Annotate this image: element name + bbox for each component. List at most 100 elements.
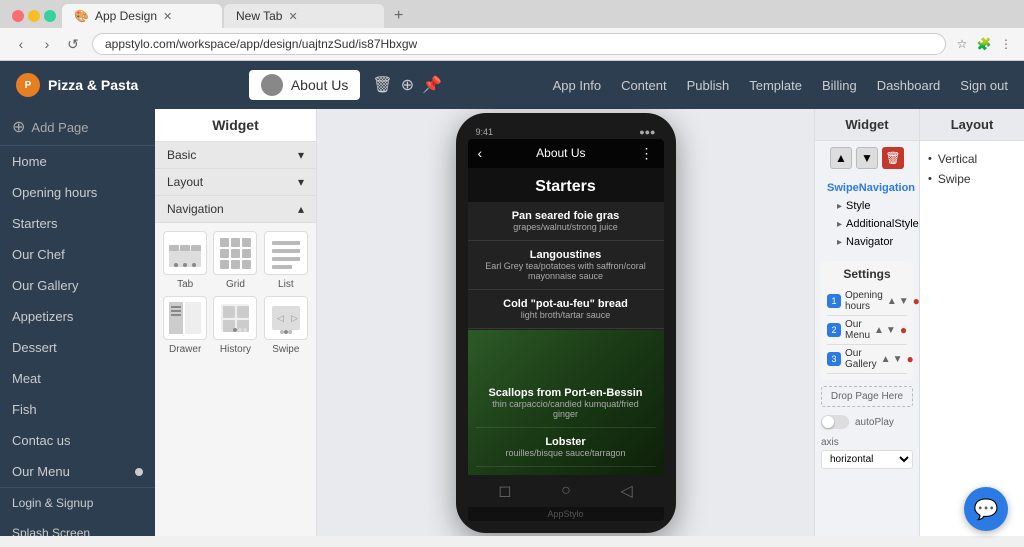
phone-menu-icon[interactable]: ⋮ (640, 145, 654, 162)
sidebar-label: Our Chef (12, 247, 65, 262)
sidebar-label: Login & Signup (12, 496, 93, 510)
phone-back-icon[interactable]: ‹ (478, 145, 483, 161)
menu-icon[interactable]: ⋮ (998, 36, 1014, 52)
sidebar-item-login[interactable]: Login & Signup (0, 488, 155, 518)
layout-swipe-label: Swipe (938, 172, 971, 186)
minimize-button[interactable] (28, 10, 40, 22)
axis-label: axis (821, 437, 913, 448)
page-action-icons: 🗑 ⊕ 📌 (372, 75, 442, 95)
signout-link[interactable]: Sign out (960, 78, 1008, 93)
row-1-up[interactable]: ▲ (887, 296, 897, 307)
forward-button[interactable]: › (36, 33, 58, 55)
navigation-section-header[interactable]: Navigation ▴ (155, 196, 316, 223)
add-page-button[interactable]: ⊕ Add Page (0, 109, 155, 146)
chat-bubble[interactable]: 💬 (964, 487, 1008, 531)
delete-widget-button[interactable]: 🗑 (882, 147, 904, 169)
phone-circle-icon[interactable]: ○ (561, 482, 571, 500)
tab-label: App Design (95, 9, 157, 23)
tab-close-icon-2[interactable]: ✕ (288, 10, 297, 23)
maximize-button[interactable] (44, 10, 56, 22)
widget-list[interactable]: List (264, 231, 308, 290)
tab-label: Tab (177, 279, 193, 290)
basic-section-header[interactable]: Basic ▾ (155, 142, 316, 169)
sidebar-item-dessert[interactable]: Dessert (0, 332, 155, 363)
sidebar-item-our-menu[interactable]: Our Menu (0, 456, 155, 487)
row-3-down[interactable]: ▼ (893, 354, 903, 365)
autoplay-row: autoPlay (815, 411, 919, 433)
widget-drawer[interactable]: Drawer (163, 296, 207, 355)
autoplay-toggle[interactable] (821, 415, 849, 429)
publish-link[interactable]: Publish (687, 78, 730, 93)
phone-content: Starters Pan seared foie gras grapes/wal… (468, 168, 664, 475)
arrow-down-button[interactable]: ▼ (856, 147, 878, 169)
back-button[interactable]: ‹ (10, 33, 32, 55)
sidebar-item-opening-hours[interactable]: Opening hours (0, 177, 155, 208)
tab-new-tab[interactable]: New Tab ✕ (224, 4, 384, 28)
extensions-icon[interactable]: 🧩 (976, 36, 992, 52)
dashboard-link[interactable]: Dashboard (877, 78, 941, 93)
settings-section: Settings 1 Opening hours ▲ ▼ ● 2 Our Men… (821, 261, 913, 380)
row-2-delete[interactable]: ● (900, 323, 907, 337)
address-bar: ‹ › ↺ appstylo.com/workspace/app/design/… (0, 28, 1024, 60)
axis-select[interactable]: horizontalvertical (821, 450, 913, 469)
navigation-widget-grid: Tab (155, 223, 316, 363)
url-bar[interactable]: appstylo.com/workspace/app/design/uajtnz… (92, 33, 946, 55)
nav-tree-style[interactable]: ▸ Style (837, 197, 911, 215)
template-link[interactable]: Template (749, 78, 802, 93)
sidebar-item-splash[interactable]: Splash Screen (0, 518, 155, 536)
pin-page-icon[interactable]: 📌 (422, 75, 442, 95)
food-name: Lobster (488, 436, 644, 448)
row-1-down[interactable]: ▼ (899, 296, 909, 307)
widget-swipe[interactable]: ◁ ▷ Swipe (264, 296, 308, 355)
phone-home-icon[interactable]: ◻ (498, 481, 511, 501)
close-button[interactable] (12, 10, 24, 22)
axis-row: axis horizontalvertical (815, 433, 919, 473)
sidebar-item-our-chef[interactable]: Our Chef (0, 239, 155, 270)
widget-grid-item[interactable]: Grid (213, 231, 257, 290)
nav-tree-additional[interactable]: ▸ AdditionalStyles (837, 215, 911, 233)
sidebar-item-appetizers[interactable]: Appetizers (0, 301, 155, 332)
duplicate-page-icon[interactable]: ⊕ (401, 75, 414, 95)
list-preview (264, 231, 308, 275)
row-1-arrows: ▲ ▼ (887, 296, 909, 307)
food-item-0: Pan seared foie gras grapes/walnut/stron… (468, 202, 664, 241)
nav-tree-root[interactable]: SwipeNavigation (823, 179, 911, 197)
billing-link[interactable]: Billing (822, 78, 857, 93)
row-2-down[interactable]: ▼ (886, 325, 896, 336)
list-label: List (278, 279, 294, 290)
content-link[interactable]: Content (621, 78, 667, 93)
browser-chrome: 🎨 App Design ✕ New Tab ✕ + ‹ › ↺ appstyl… (0, 0, 1024, 61)
widget-history[interactable]: History (213, 296, 257, 355)
sidebar-item-meat[interactable]: Meat (0, 363, 155, 394)
layout-option-vertical[interactable]: • Vertical (928, 149, 1016, 169)
tab-close-icon[interactable]: ✕ (163, 10, 172, 23)
nav-tree-navigator[interactable]: ▸ Navigator (837, 233, 911, 251)
app-name: Pizza & Pasta (48, 77, 138, 93)
app-info-link[interactable]: App Info (553, 78, 601, 93)
row-3-delete[interactable]: ● (906, 352, 913, 366)
row-2-up[interactable]: ▲ (874, 325, 884, 336)
svg-text:▷: ▷ (291, 313, 298, 323)
sidebar-item-home[interactable]: Home (0, 146, 155, 177)
new-tab-button[interactable]: + (386, 7, 411, 25)
bookmark-icon[interactable]: ☆ (954, 36, 970, 52)
row-3-up[interactable]: ▲ (881, 354, 891, 365)
sidebar-item-our-gallery[interactable]: Our Gallery (0, 270, 155, 301)
page-avatar (261, 74, 283, 96)
layout-option-swipe[interactable]: • Swipe (928, 169, 1016, 189)
tree-arrow-3: ▸ (837, 237, 842, 248)
sidebar-item-fish[interactable]: Fish (0, 394, 155, 425)
sidebar-item-starters[interactable]: Starters (0, 208, 155, 239)
widget-tab[interactable]: Tab (163, 231, 207, 290)
logo-icon: P (16, 73, 40, 97)
bullet-vertical: • (928, 153, 932, 165)
reload-button[interactable]: ↺ (62, 33, 84, 55)
phone-back-nav-icon[interactable]: ◁ (620, 481, 632, 501)
swipe-label: Swipe (272, 344, 299, 355)
sidebar-item-contac-us[interactable]: Contac us (0, 425, 155, 456)
tab-app-design[interactable]: 🎨 App Design ✕ (62, 4, 222, 28)
sidebar-label: Opening hours (12, 185, 97, 200)
arrow-up-button[interactable]: ▲ (830, 147, 852, 169)
delete-page-icon[interactable]: 🗑 (372, 75, 392, 95)
layout-section-header[interactable]: Layout ▾ (155, 169, 316, 196)
